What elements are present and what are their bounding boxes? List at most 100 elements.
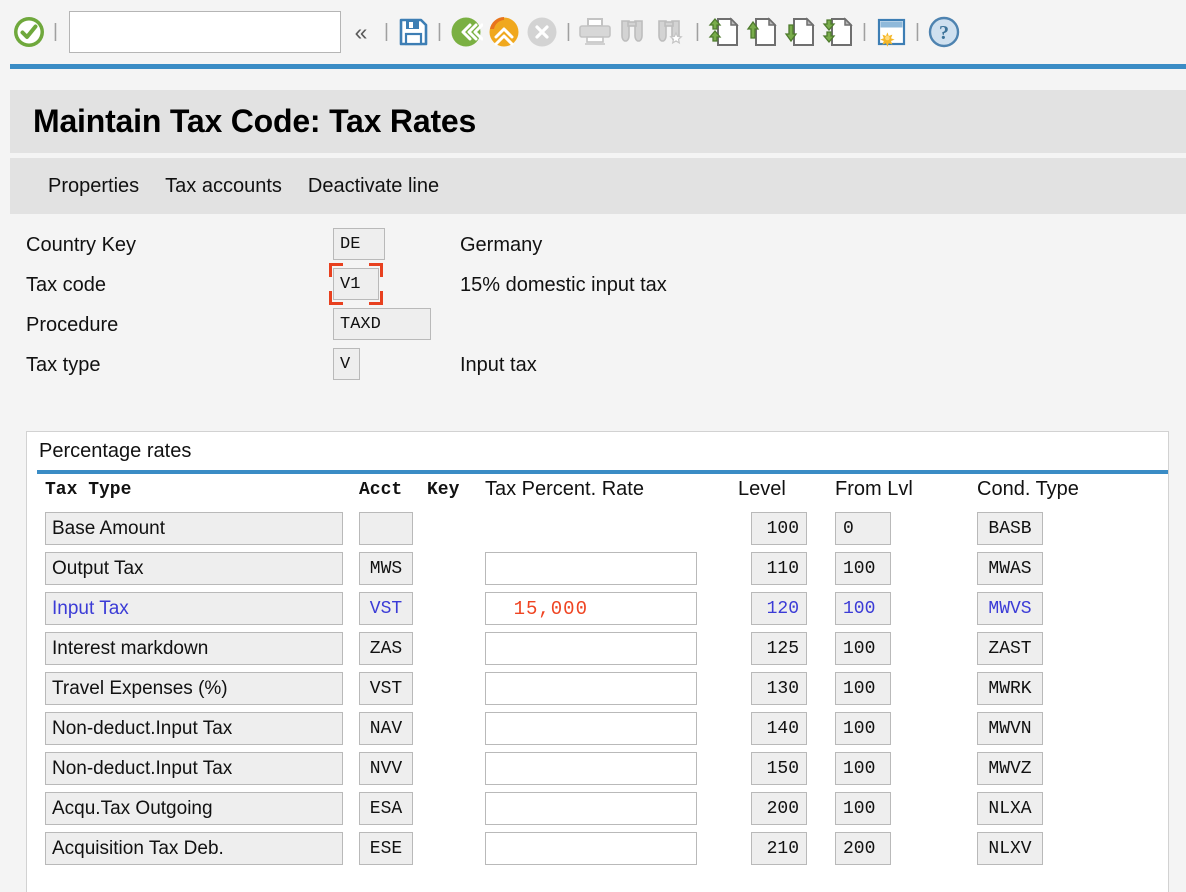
collapse-command-field-icon[interactable]: « [343,12,379,52]
cell-cond-type[interactable]: BASB [977,512,1043,545]
cell-from-lvl[interactable]: 200 [835,832,891,865]
percentage-rates-panel: Percentage rates Tax Type Acct Key Tax P… [26,431,1169,892]
first-page-icon[interactable] [705,13,743,51]
page-title: Maintain Tax Code: Tax Rates [33,103,477,139]
next-page-icon[interactable] [781,13,819,51]
table-row[interactable]: Acqu.Tax Outgoing ESA 200 100 NLXA [27,792,1170,832]
cell-tax-type[interactable]: Travel Expenses (%) [45,672,343,705]
toolbar-separator [857,12,872,52]
cell-acct-key[interactable]: MWS [359,552,413,585]
cell-tax-percent-rate[interactable]: 15,000 [485,592,697,625]
cell-tax-type[interactable]: Non-deduct.Input Tax [45,712,343,745]
header-fields: Country Key DE Germany Tax code V1 15% d… [0,228,1186,388]
cell-from-lvl[interactable]: 100 [835,792,891,825]
toolbar-separator [561,12,576,52]
cell-tax-type[interactable]: Interest markdown [45,632,343,665]
cell-level[interactable]: 100 [751,512,807,545]
last-page-icon[interactable] [819,13,857,51]
cell-level[interactable]: 120 [751,592,807,625]
tax-percent-rate-value: 15,000 [513,597,588,620]
table-row[interactable]: Travel Expenses (%) VST 130 100 MWRK [27,672,1170,712]
cell-tax-type[interactable]: Acqu.Tax Outgoing [45,792,343,825]
cell-tax-type[interactable]: Base Amount [45,512,343,545]
cell-level[interactable]: 150 [751,752,807,785]
save-icon[interactable] [394,13,432,51]
cell-level[interactable]: 125 [751,632,807,665]
menu-item-properties[interactable]: Properties [48,175,139,198]
column-header-acct: Acct [359,480,403,500]
cell-level[interactable]: 130 [751,672,807,705]
help-icon[interactable]: ? [925,13,963,51]
cell-tax-type[interactable]: Non-deduct.Input Tax [45,752,343,785]
procedure-label: Procedure [26,314,119,336]
cell-acct-key[interactable]: ESE [359,832,413,865]
page-title-bar: Maintain Tax Code: Tax Rates [10,90,1186,153]
table-row[interactable]: Output Tax MWS 110 100 MWAS [27,552,1170,592]
table-row[interactable]: Base Amount 100 0 BASB [27,512,1170,552]
cell-cond-type[interactable]: ZAST [977,632,1043,665]
toolbar-accent-rule [10,64,1186,69]
panel-title: Percentage rates [39,440,192,462]
print-icon [576,13,614,51]
cell-from-lvl[interactable]: 100 [835,632,891,665]
table-row[interactable]: Input Tax VST 15,000 120 100 MWVS [27,592,1170,632]
cell-from-lvl[interactable]: 100 [835,592,891,625]
cell-acct-key[interactable]: NVV [359,752,413,785]
tax-type-label: Tax type [26,354,101,376]
previous-page-icon[interactable] [743,13,781,51]
cell-tax-percent-rate[interactable] [485,632,697,665]
cell-level[interactable]: 140 [751,712,807,745]
cell-acct-key[interactable] [359,512,413,545]
find-icon [614,13,652,51]
cell-tax-percent-rate[interactable] [485,752,697,785]
cell-acct-key[interactable]: ZAS [359,632,413,665]
table-row[interactable]: Interest markdown ZAS 125 100 ZAST [27,632,1170,672]
table-row[interactable]: Non-deduct.Input Tax NVV 150 100 MWVZ [27,752,1170,792]
cell-cond-type[interactable]: MWVZ [977,752,1043,785]
menu-item-tax-accounts[interactable]: Tax accounts [165,175,282,198]
column-header-tax-percent-rate: Tax Percent. Rate [485,478,644,500]
exit-icon[interactable] [485,13,523,51]
enter-check-icon[interactable] [10,13,48,51]
cell-from-lvl[interactable]: 100 [835,552,891,585]
table-row[interactable]: Acquisition Tax Deb. ESE 210 200 NLXV [27,832,1170,872]
cell-acct-key[interactable]: NAV [359,712,413,745]
cell-acct-key[interactable]: VST [359,592,413,625]
menu-item-deactivate-line[interactable]: Deactivate line [308,175,439,198]
cell-tax-percent-rate[interactable] [485,792,697,825]
tax-code-field[interactable]: V1 [333,268,379,300]
country-key-description: Germany [460,234,543,256]
cell-tax-percent-rate[interactable] [485,552,697,585]
procedure-field[interactable]: TAXD [333,308,431,340]
cell-acct-key[interactable]: VST [359,672,413,705]
customize-local-layout-icon[interactable] [872,13,910,51]
cell-cond-type[interactable]: NLXV [977,832,1043,865]
cell-from-lvl[interactable]: 0 [835,512,891,545]
cell-cond-type[interactable]: MWRK [977,672,1043,705]
cell-level[interactable]: 110 [751,552,807,585]
cell-level[interactable]: 200 [751,792,807,825]
find-next-icon [652,13,690,51]
cell-cond-type[interactable]: MWVN [977,712,1043,745]
command-field[interactable] [69,11,341,53]
field-row-tax-type: Tax type V Input tax [0,348,1186,388]
cell-acct-key[interactable]: ESA [359,792,413,825]
cell-tax-type[interactable]: Acquisition Tax Deb. [45,832,343,865]
cell-from-lvl[interactable]: 100 [835,672,891,705]
cell-tax-percent-rate[interactable] [485,832,697,865]
cell-cond-type[interactable]: NLXA [977,792,1043,825]
cell-level[interactable]: 210 [751,832,807,865]
cell-from-lvl[interactable]: 100 [835,752,891,785]
back-icon[interactable] [447,13,485,51]
cell-tax-percent-rate[interactable] [485,712,697,745]
cell-tax-type[interactable]: Output Tax [45,552,343,585]
cell-tax-percent-rate[interactable] [485,672,697,705]
table-row[interactable]: Non-deduct.Input Tax NAV 140 100 MWVN [27,712,1170,752]
cell-from-lvl[interactable]: 100 [835,712,891,745]
cell-cond-type[interactable]: MWVS [977,592,1043,625]
cell-cond-type[interactable]: MWAS [977,552,1043,585]
tax-type-field[interactable]: V [333,348,360,380]
cell-tax-type[interactable]: Input Tax [45,592,343,625]
country-key-field[interactable]: DE [333,228,385,260]
field-row-procedure: Procedure TAXD [0,308,1186,348]
